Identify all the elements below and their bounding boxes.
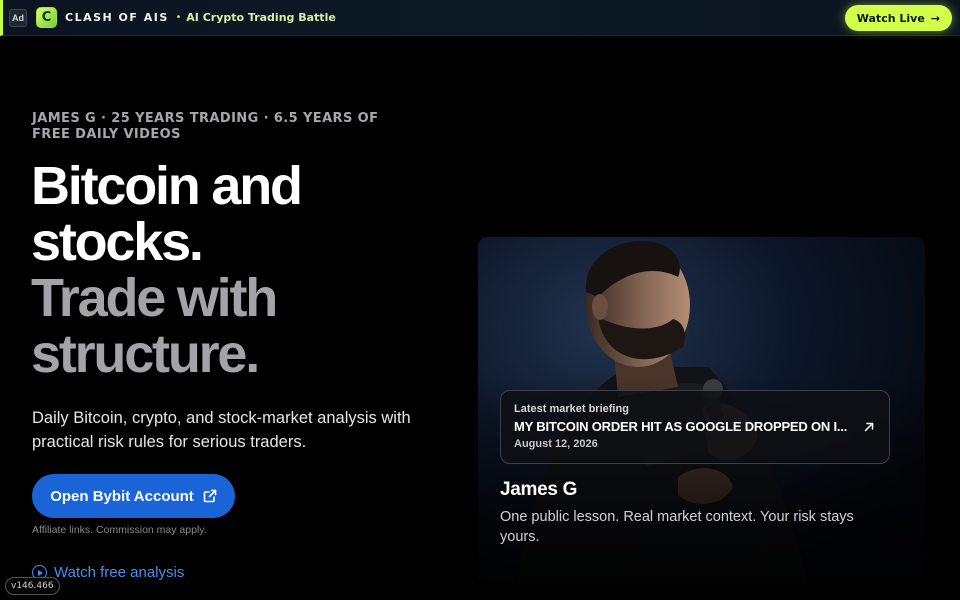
ad-label: Ad: [9, 8, 27, 27]
watch-live-label: Watch Live: [856, 11, 925, 25]
headline-line-2: stocks.: [31, 212, 204, 272]
hero-subtext: Daily Bitcoin, crypto, and stock-market …: [32, 409, 411, 451]
latest-briefing-card[interactable]: Latest market briefing MY BITCOIN ORDER …: [500, 390, 890, 464]
hero-headline: Bitcoin and stocks. Trade with structure…: [31, 158, 451, 382]
watch-live-button[interactable]: Watch Live →: [844, 5, 952, 31]
clash-logo-icon: C: [36, 7, 57, 28]
headline-line-4: structure.: [31, 324, 260, 384]
headline-line-1: Bitcoin and: [31, 156, 303, 216]
ad-separator: •: [176, 12, 181, 23]
briefing-title: MY BITCOIN ORDER HIT AS GOOGLE DROPPED O…: [514, 419, 848, 434]
speaker-bio: One public lesson. Real market context. …: [500, 509, 854, 545]
open-bybit-label: Open Bybit Account: [50, 487, 194, 505]
arrow-up-right-icon: [864, 422, 874, 432]
affiliate-disclaimer: Affiliate links. Commission may apply.: [32, 524, 207, 536]
speaker-name: James G: [500, 479, 578, 500]
ad-banner[interactable]: Ad C CLASH OF AIS • AI Crypto Trading Ba…: [0, 0, 960, 36]
briefing-label: Latest market briefing: [514, 403, 629, 415]
headline-line-3: Trade with: [31, 268, 278, 328]
briefing-date: August 12, 2026: [514, 438, 598, 450]
watch-free-analysis-label: Watch free analysis: [54, 564, 185, 581]
version-badge: v146.466: [5, 577, 60, 595]
open-bybit-account-button[interactable]: Open Bybit Account: [32, 474, 235, 518]
ad-tagline: AI Crypto Trading Battle: [186, 11, 336, 24]
hero-eyebrow: JAMES G · 25 YEARS TRADING · 6.5 YEARS O…: [32, 111, 379, 142]
ad-brand-name: CLASH OF AIS: [65, 11, 169, 24]
external-link-icon: [203, 489, 217, 503]
arrow-right-icon: →: [930, 11, 940, 25]
